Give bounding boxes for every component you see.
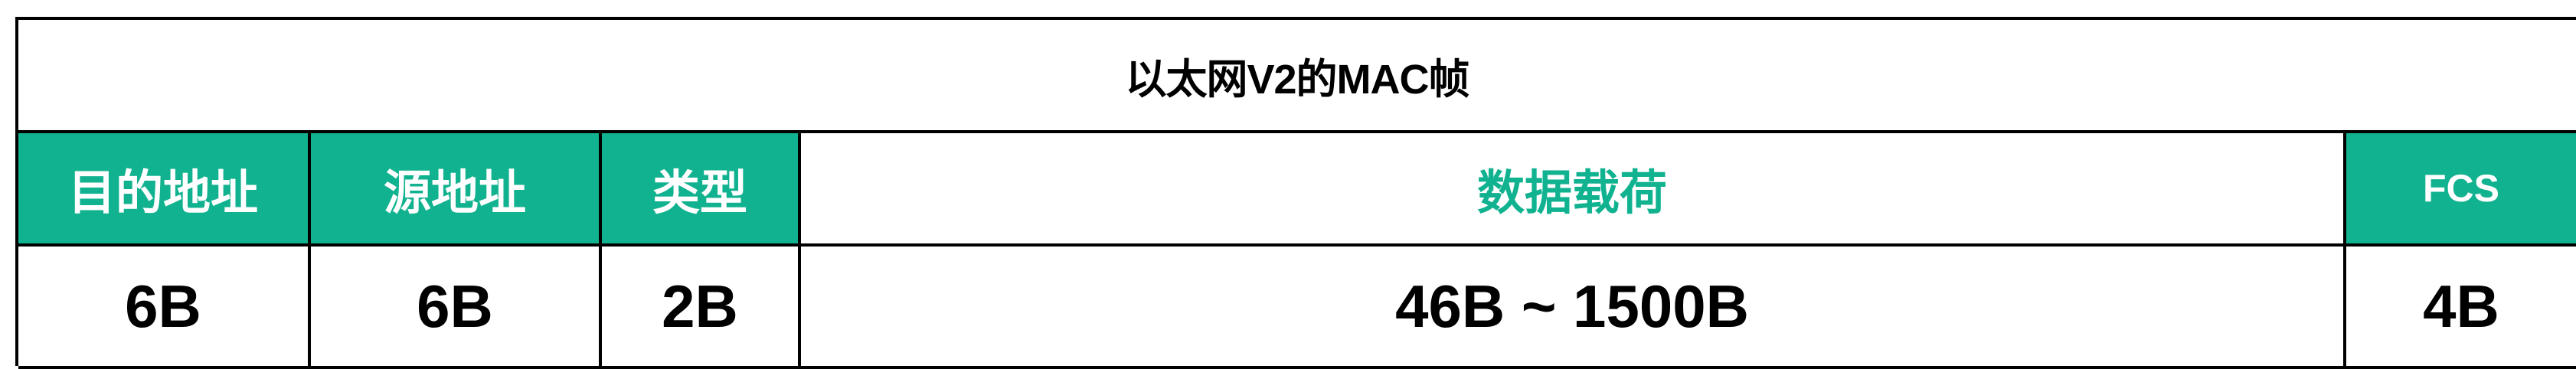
- field-header-payload: 数据载荷: [801, 133, 2346, 247]
- field-header-source-address: 源地址: [311, 133, 602, 247]
- field-header-row: 目的地址 源地址 类型 数据载荷 FCS: [18, 133, 2576, 247]
- field-header-fcs: FCS: [2346, 133, 2576, 247]
- field-size-dest-address: 6B: [18, 247, 311, 369]
- field-header-dest-address: 目的地址: [18, 133, 311, 247]
- field-header-type: 类型: [602, 133, 801, 247]
- field-size-fcs: 4B: [2346, 247, 2576, 369]
- field-size-payload: 46B ~ 1500B: [801, 247, 2346, 369]
- field-size-source-address: 6B: [311, 247, 602, 369]
- mac-frame-diagram: 以太网V2的MAC帧 目的地址 源地址 类型 数据载荷 FCS 6B 6B 2B…: [15, 17, 2576, 369]
- diagram-title: 以太网V2的MAC帧: [1125, 56, 1469, 103]
- field-size-type: 2B: [602, 247, 801, 369]
- title-row: 以太网V2的MAC帧: [18, 20, 2576, 133]
- field-size-row: 6B 6B 2B 46B ~ 1500B 4B: [18, 247, 2576, 369]
